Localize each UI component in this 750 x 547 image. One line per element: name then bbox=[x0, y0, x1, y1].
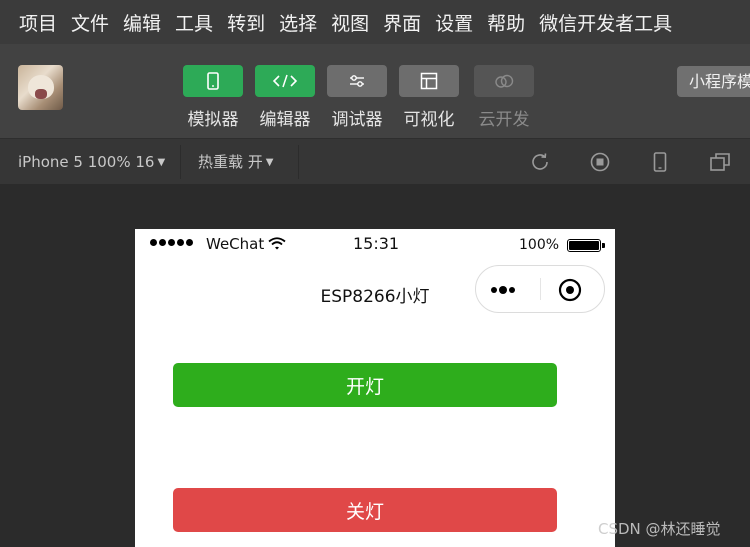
layout-icon bbox=[420, 72, 438, 90]
cloud-button bbox=[474, 65, 534, 97]
avatar[interactable] bbox=[18, 65, 63, 110]
menu-item-devtools[interactable]: 微信开发者工具 bbox=[539, 9, 672, 36]
chevron-down-icon: ▼ bbox=[157, 156, 166, 168]
tool-cloud: 云开发 bbox=[474, 65, 534, 130]
device-select-label: iPhone 5 100% 16 bbox=[18, 153, 155, 171]
sliders-icon bbox=[350, 75, 364, 87]
device-select[interactable]: iPhone 5 100% 16 ▼ bbox=[18, 139, 165, 185]
cloud-icon bbox=[495, 74, 514, 88]
cloud-label: 云开发 bbox=[478, 110, 530, 130]
carrier-label: WeChat bbox=[206, 235, 265, 253]
tool-visual[interactable]: 可视化 bbox=[399, 65, 459, 130]
tool-debugger[interactable]: 调试器 bbox=[327, 65, 387, 130]
toolbar: 模拟器 编辑器 调试器 可视化 云开发 小程序模 bbox=[0, 44, 750, 138]
watermark: CSDN @林还睡觉 bbox=[598, 520, 721, 538]
menu-item-settings[interactable]: 设置 bbox=[435, 9, 473, 36]
battery-icon bbox=[567, 239, 605, 252]
editor-label: 编辑器 bbox=[259, 110, 311, 130]
simulator-button[interactable] bbox=[183, 65, 243, 97]
divider bbox=[180, 145, 181, 179]
close-circle-icon bbox=[558, 278, 582, 302]
more-button[interactable] bbox=[490, 266, 540, 312]
close-button[interactable] bbox=[552, 266, 602, 312]
menu-bar: 项目 文件 编辑 工具 转到 选择 视图 界面 设置 帮助 微信开发者工具 bbox=[0, 0, 750, 44]
light-off-button[interactable]: 关灯 bbox=[173, 488, 557, 532]
battery-percent: 100% bbox=[519, 237, 560, 253]
status-time: 15:31 bbox=[353, 234, 400, 253]
stop-icon[interactable] bbox=[589, 151, 611, 173]
tool-editor[interactable]: 编辑器 bbox=[255, 65, 315, 130]
menu-item-file[interactable]: 文件 bbox=[71, 9, 109, 36]
menu-item-help[interactable]: 帮助 bbox=[487, 9, 525, 36]
debugger-button[interactable] bbox=[327, 65, 387, 97]
menu-capsule bbox=[475, 265, 605, 313]
window-icon[interactable] bbox=[709, 151, 731, 173]
code-icon bbox=[272, 74, 298, 88]
page-title: ESP8266小灯 bbox=[320, 287, 430, 307]
sub-toolbar: iPhone 5 100% 16 ▼ 热重载 开 ▼ bbox=[0, 138, 750, 184]
capsule-divider bbox=[540, 278, 541, 300]
tool-simulator[interactable]: 模拟器 bbox=[183, 65, 243, 130]
debugger-label: 调试器 bbox=[331, 110, 383, 130]
phone-simulator: WeChat 15:31 100% ESP8266小灯 开灯 关灯 bbox=[135, 229, 615, 547]
mini-program-button[interactable]: 小程序模 bbox=[677, 66, 750, 97]
simulator-label: 模拟器 bbox=[187, 110, 239, 130]
refresh-icon[interactable] bbox=[529, 151, 551, 173]
signal-icon bbox=[150, 239, 195, 246]
phone-preview-icon[interactable] bbox=[649, 151, 671, 173]
menu-item-select[interactable]: 选择 bbox=[279, 9, 317, 36]
menu-item-goto[interactable]: 转到 bbox=[227, 9, 265, 36]
editor-button[interactable] bbox=[255, 65, 315, 97]
menu-item-project[interactable]: 项目 bbox=[19, 9, 57, 36]
menu-item-interface[interactable]: 界面 bbox=[383, 9, 421, 36]
more-icon bbox=[491, 286, 515, 294]
phone-icon bbox=[207, 72, 219, 90]
status-bar: WeChat 15:31 100% bbox=[135, 229, 615, 259]
hot-reload-label: 热重载 开 bbox=[198, 153, 263, 171]
visual-label: 可视化 bbox=[403, 110, 455, 130]
light-on-button[interactable]: 开灯 bbox=[173, 363, 557, 407]
hot-reload-toggle[interactable]: 热重载 开 ▼ bbox=[198, 139, 273, 185]
menu-item-view[interactable]: 视图 bbox=[331, 9, 369, 36]
menu-item-edit[interactable]: 编辑 bbox=[123, 9, 161, 36]
wifi-icon bbox=[268, 237, 286, 250]
menu-item-tools[interactable]: 工具 bbox=[175, 9, 213, 36]
visual-button[interactable] bbox=[399, 65, 459, 97]
divider bbox=[298, 145, 299, 179]
chevron-down-icon: ▼ bbox=[265, 156, 274, 168]
avatar-mouth bbox=[35, 89, 47, 99]
